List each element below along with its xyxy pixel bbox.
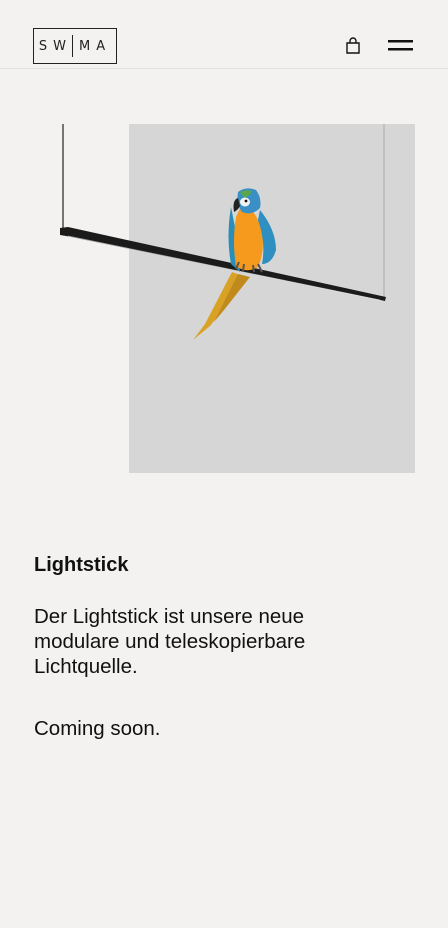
logo[interactable]: SW MA xyxy=(33,28,117,64)
shopping-bag-icon[interactable] xyxy=(345,37,361,55)
product-image xyxy=(60,124,415,473)
logo-divider xyxy=(72,35,73,57)
product-description: Der Lightstick ist unsere neue modulare … xyxy=(34,605,306,678)
product-status: Coming soon. xyxy=(34,717,161,740)
logo-text-right: MA xyxy=(79,38,112,54)
site-header: SW MA xyxy=(0,0,448,69)
logo-text-left: SW xyxy=(38,38,72,54)
product-title: Lightstick xyxy=(34,554,129,576)
hamburger-menu-icon[interactable] xyxy=(388,38,413,54)
